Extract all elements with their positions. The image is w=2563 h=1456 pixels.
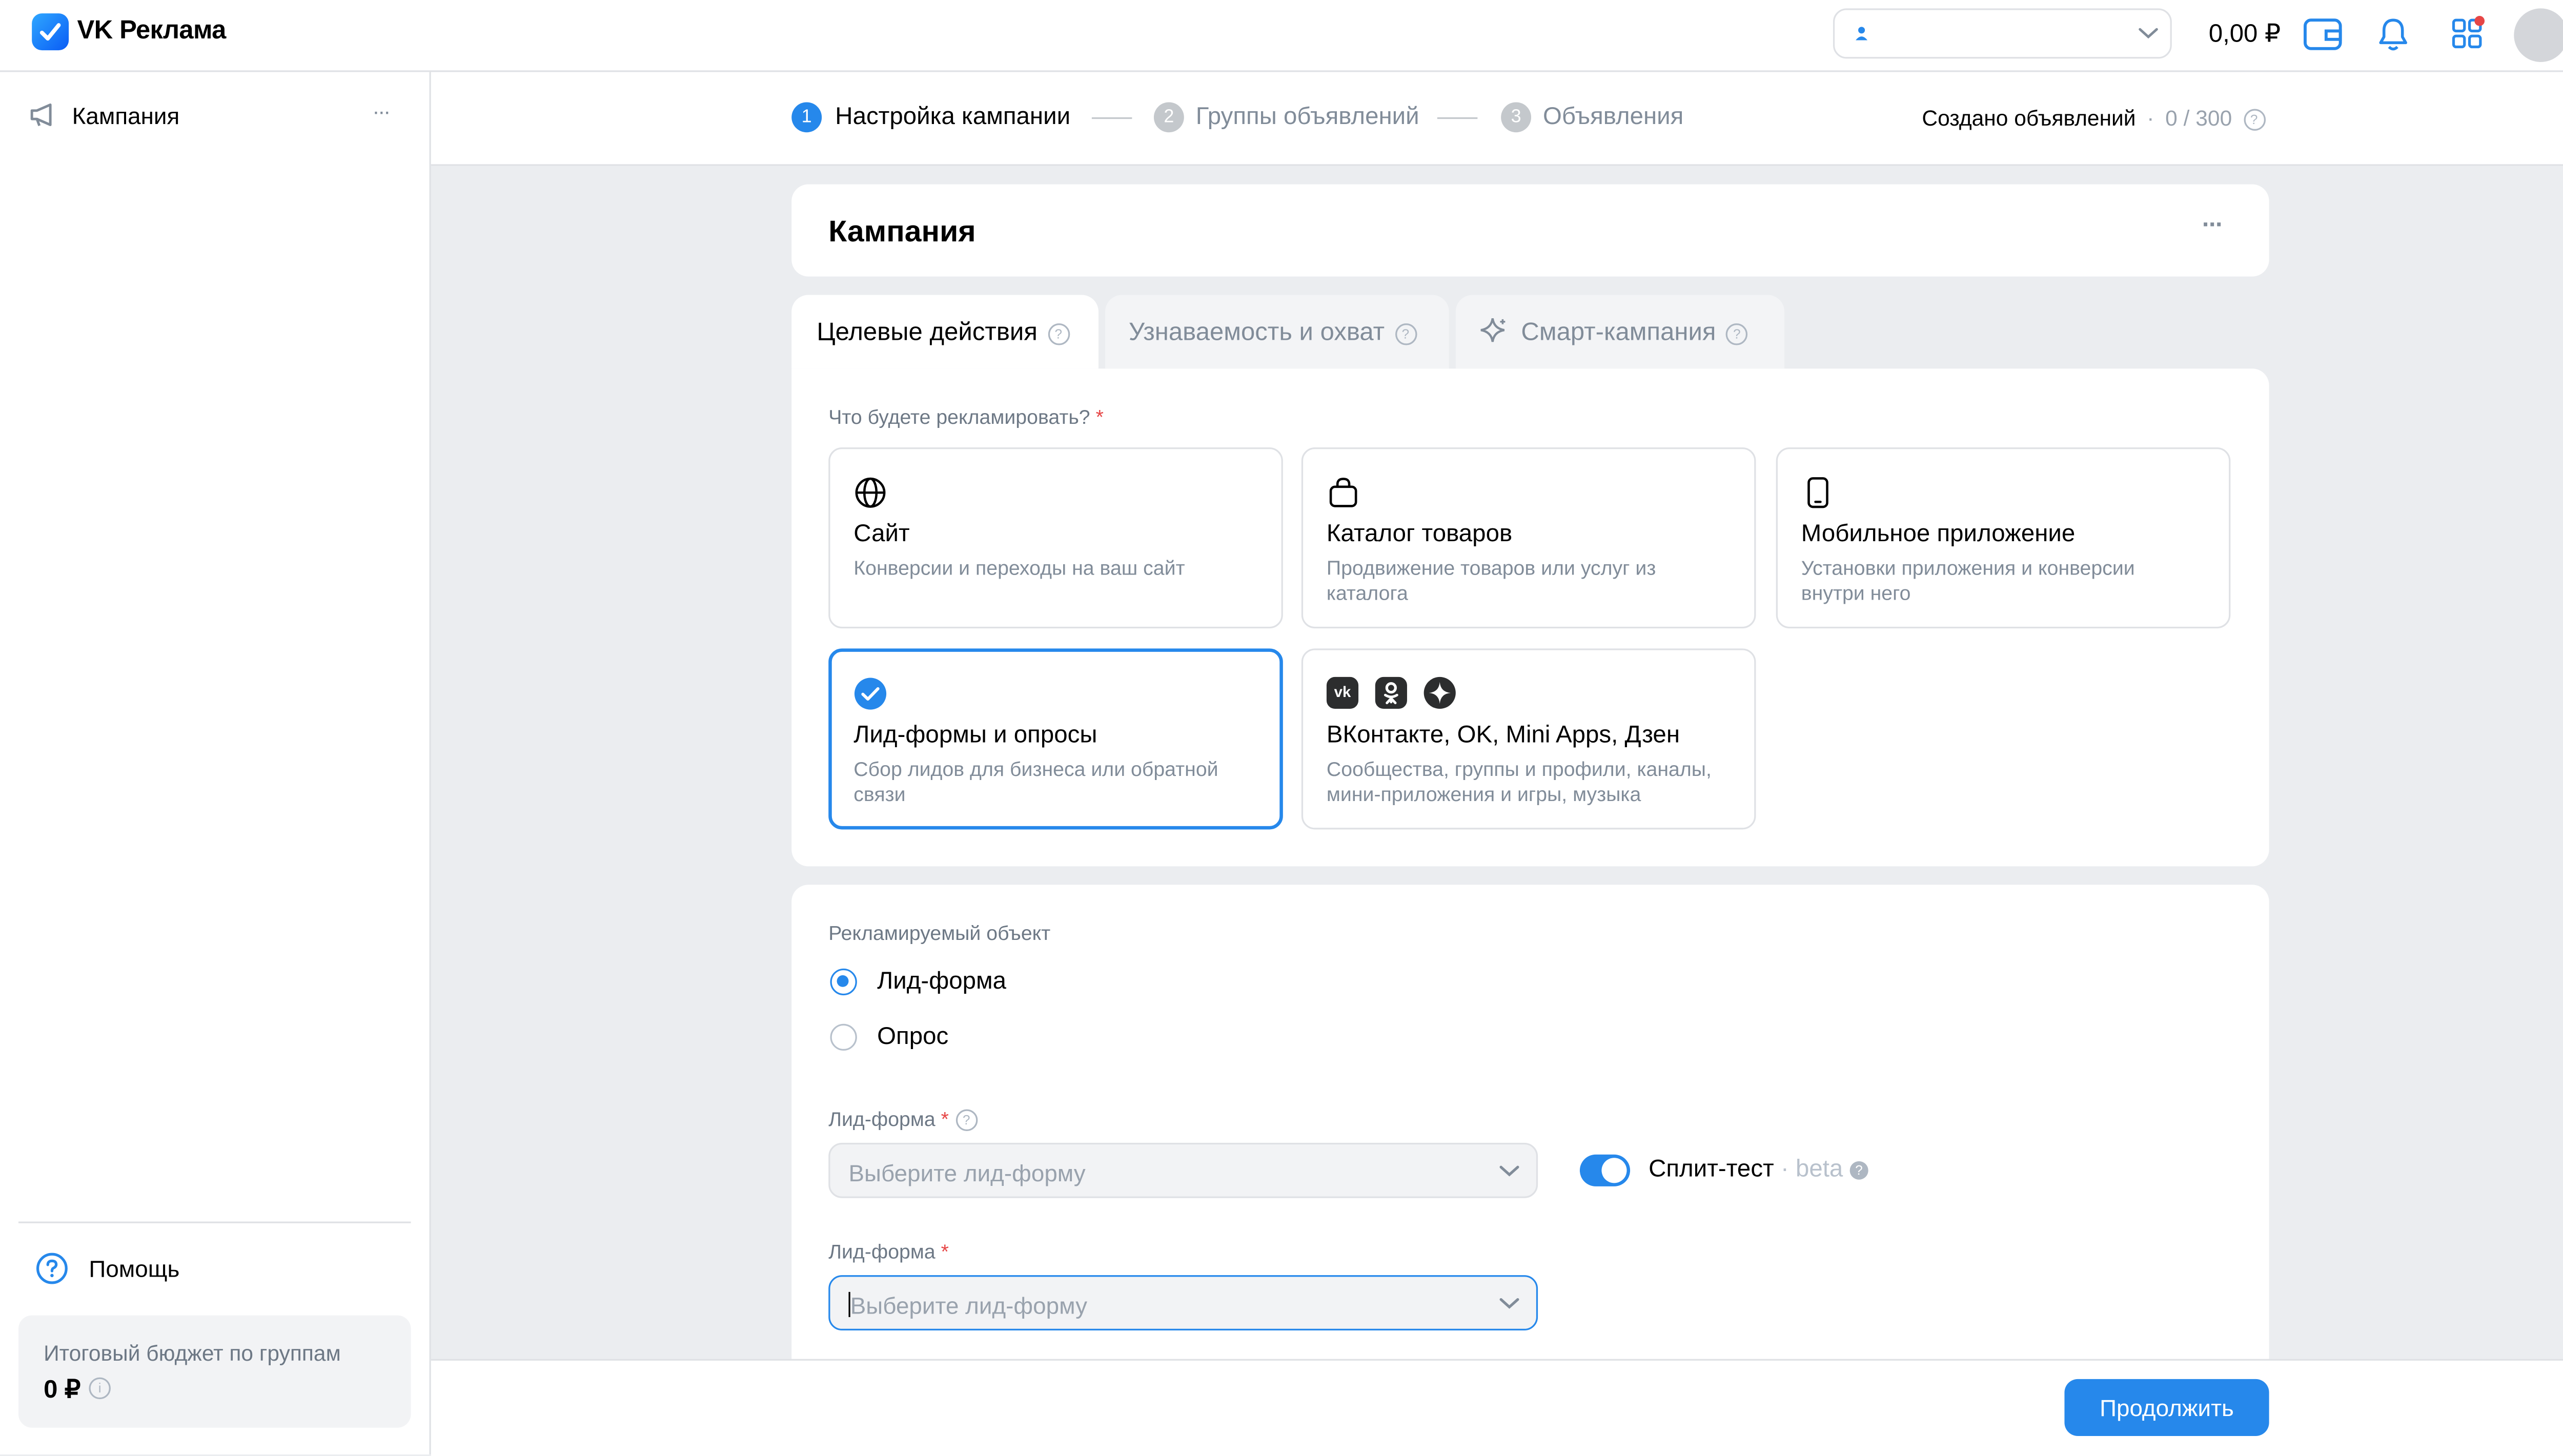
radio-survey-label[interactable]: Опрос <box>877 1024 948 1051</box>
tab-target-actions[interactable]: Целевые действия? <box>791 295 1099 369</box>
option-title: Каталог товаров <box>1326 521 1513 548</box>
required-mark: * <box>1095 405 1104 429</box>
user-icon <box>1856 27 1868 40</box>
leadform-select-2[interactable]: Выберите лид-форму <box>828 1275 1538 1331</box>
step-connector <box>1437 117 1478 119</box>
leadform-select-placeholder: Выберите лид-форму <box>848 1159 1086 1186</box>
option-card-mobile-app[interactable]: Мобильное приложение Установки приложени… <box>1776 447 2231 629</box>
option-title: ВКонтакте, OK, Mini Apps, Дзен <box>1326 722 1680 749</box>
option-card-site[interactable]: Сайт Конверсии и переходы на ваш сайт <box>828 447 1283 629</box>
option-title: Мобильное приложение <box>1801 521 2076 548</box>
budget-summary <box>18 1315 411 1428</box>
step-connector <box>1091 117 1132 119</box>
help-icon[interactable] <box>35 1252 69 1285</box>
sidebar-more-button[interactable]: ··· <box>372 99 391 124</box>
option-description: Продвижение товаров или услуг из каталог… <box>1326 556 1656 605</box>
tab-awareness-reach[interactable]: Узнаваемость и охват? <box>1105 295 1449 369</box>
created-ads-separator: · <box>2147 105 2154 131</box>
campaign-more-button[interactable]: ··· <box>2202 211 2224 240</box>
step-2-number: 2 <box>1153 102 1184 133</box>
split-test-label-text: Сплит-тест <box>1649 1156 1774 1183</box>
help-icon[interactable]: ? <box>1047 322 1070 345</box>
leadform-label-text: Лид-форма <box>828 1108 935 1131</box>
advertise-question: Что будете рекламировать? * <box>828 405 1104 429</box>
sparkle-icon <box>1480 318 1506 342</box>
sidebar-item-campaign[interactable]: Кампания <box>72 102 180 129</box>
leadform-label-text: Лид-форма <box>828 1240 935 1264</box>
chevron-down-icon <box>1499 1298 1519 1309</box>
leadform-label: Лид-форма *? <box>828 1108 978 1132</box>
created-ads-value: 0 / 300 <box>2165 105 2232 131</box>
help-link[interactable]: Помощь <box>89 1255 179 1282</box>
option-card-vk-ok-miniapps-dzen[interactable]: vk ВКонтакте, OK, Mini Apps, Дзен Сообще… <box>1301 648 1756 830</box>
option-description: Установки приложения и конверсии внутри … <box>1801 556 2135 605</box>
tab-label: Узнаваемость и охват <box>1128 318 1385 347</box>
advertised-object-label: Рекламируемый объект <box>828 921 1051 946</box>
account-selector[interactable] <box>1833 8 2172 59</box>
balance[interactable]: 0,00 ₽ <box>2209 18 2281 49</box>
tab-smart-campaign[interactable]: Смарт-кампания? <box>1455 295 1785 369</box>
sidebar <box>0 72 431 1455</box>
tab-label: Смарт-кампания <box>1521 318 1716 347</box>
campaign-title: Кампания <box>828 214 976 248</box>
vk-icon: vk <box>1326 676 1359 709</box>
ok-icon <box>1375 676 1407 709</box>
budget-value: 0 ₽ <box>44 1376 81 1404</box>
help-icon[interactable]: ? <box>1849 1160 1868 1179</box>
required-mark: * <box>941 1108 949 1131</box>
help-icon[interactable]: ? <box>1726 322 1748 345</box>
radio-lead-form[interactable] <box>830 968 857 996</box>
option-card-catalog[interactable]: Каталог товаров Продвижение товаров или … <box>1301 447 1756 629</box>
created-ads-label: Создано объявлений <box>1922 105 2136 131</box>
radio-lead-form-label[interactable]: Лид-форма <box>877 969 1006 995</box>
help-icon[interactable]: ? <box>1394 322 1417 345</box>
campaign-header-card <box>791 184 2269 277</box>
continue-button[interactable]: Продолжить <box>2064 1379 2269 1437</box>
leadform-select-placeholder: Выберите лид-форму <box>850 1291 1087 1319</box>
step-3-label[interactable]: Объявления <box>1543 104 1683 131</box>
budget-label: Итоговый бюджет по группам <box>44 1340 341 1366</box>
help-icon[interactable]: ? <box>955 1110 978 1132</box>
bell-icon[interactable] <box>2378 17 2408 52</box>
top-bar <box>0 0 2563 72</box>
tab-label: Целевые действия <box>817 318 1038 347</box>
vk-ads-logo-icon[interactable] <box>32 13 69 51</box>
shopping-bag-icon <box>1329 478 1357 507</box>
option-description: Сообщества, группы и профили, каналы, ми… <box>1326 757 1712 806</box>
step-2-label[interactable]: Группы объявлений <box>1196 104 1419 131</box>
info-icon[interactable]: i <box>89 1377 111 1400</box>
split-test-label: Сплит-тест · beta ? <box>1649 1156 1868 1183</box>
avatar[interactable] <box>2514 8 2563 62</box>
smartphone-icon <box>1807 477 1828 508</box>
check-circle-icon <box>854 678 887 710</box>
leadform-select[interactable]: Выберите лид-форму <box>828 1142 1538 1198</box>
option-card-lead-forms[interactable]: Лид-формы и опросы Сбор лидов для бизнес… <box>828 648 1283 830</box>
option-description: Сбор лидов для бизнеса или обратной связ… <box>853 757 1218 806</box>
step-1-number: 1 <box>791 102 822 133</box>
dzen-icon <box>1423 676 1456 709</box>
app-title[interactable]: VK Реклама <box>77 17 226 47</box>
sidebar-divider <box>18 1221 411 1223</box>
globe-icon <box>855 477 886 508</box>
radio-survey[interactable] <box>830 1023 857 1051</box>
step-3-number: 3 <box>1501 102 1532 133</box>
wallet-icon[interactable] <box>2303 17 2343 52</box>
option-title: Сайт <box>853 521 910 548</box>
social-icons: vk <box>1326 676 1456 709</box>
split-test-toggle[interactable] <box>1579 1154 1631 1186</box>
advertise-question-text: Что будете рекламировать? <box>828 405 1090 429</box>
help-icon[interactable]: ? <box>2243 109 2265 131</box>
created-ads-counter: Создано объявлений · 0 / 300 ? <box>1922 106 2265 131</box>
step-1-label[interactable]: Настройка кампании <box>835 104 1070 131</box>
option-description: Конверсии и переходы на ваш сайт <box>853 556 1185 580</box>
option-title: Лид-формы и опросы <box>853 722 1097 749</box>
megaphone-icon <box>30 103 52 127</box>
apps-grid-icon[interactable] <box>2450 15 2487 52</box>
chevron-down-icon <box>1499 1165 1519 1177</box>
chevron-down-icon <box>2139 28 2158 39</box>
beta-badge: · beta <box>1780 1156 1843 1183</box>
required-mark: * <box>941 1240 949 1264</box>
leadform-label-2: Лид-форма * <box>828 1240 949 1264</box>
